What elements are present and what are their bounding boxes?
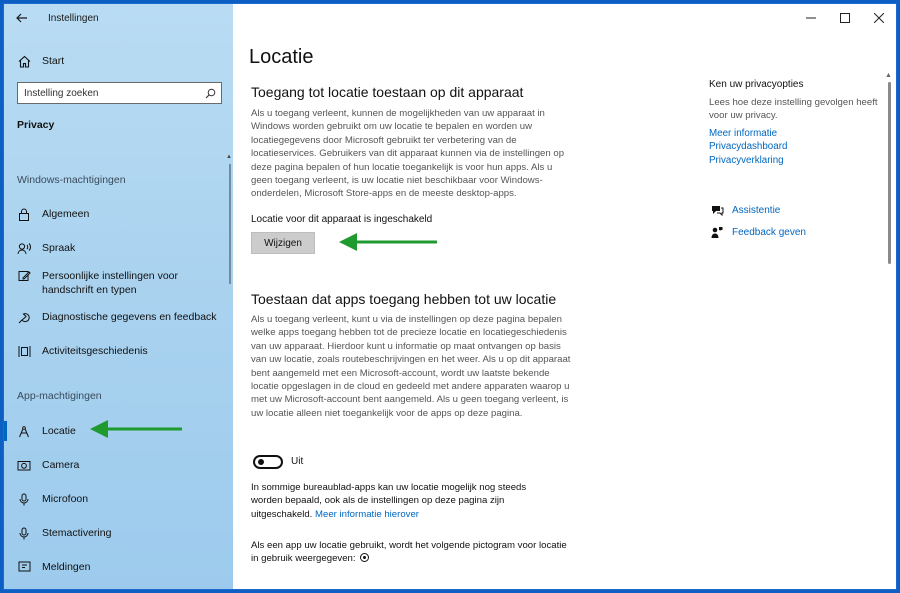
- app-title: Instellingen: [48, 12, 99, 24]
- sidebar-item-label: Stemactivering: [42, 527, 112, 539]
- search-icon: [205, 88, 216, 98]
- sidebar-item-label: Persoonlijke instellingen voor handschri…: [42, 270, 178, 296]
- assistance-link[interactable]: Assistentie: [709, 204, 780, 216]
- back-button[interactable]: [4, 4, 40, 32]
- sidebar-item-label: Camera: [42, 459, 80, 471]
- section-description-app-access: Als u toegang verleent, kunt u via de in…: [251, 314, 571, 419]
- sidebar-item-label: Activiteitsgeschiedenis: [42, 345, 148, 357]
- main-scrollbar[interactable]: [888, 82, 891, 264]
- section-description-device-access: Als u toegang verleent, kunnen de mogeli…: [251, 108, 565, 200]
- privacy-statement-link[interactable]: Privacyverklaring: [709, 154, 879, 168]
- search-input[interactable]: Instelling zoeken: [17, 82, 222, 104]
- speech-icon: [16, 240, 32, 256]
- assistance-label: Assistentie: [732, 204, 781, 216]
- voice-activation-icon: [16, 525, 32, 541]
- location-status-text: Locatie voor dit apparaat is ingeschakel…: [251, 214, 433, 225]
- settings-window: Instellingen Start Instelling zoeken Pri…: [4, 4, 896, 589]
- section-title-app-access: Toestaan dat apps toegang hebben tot uw …: [251, 291, 557, 307]
- sidebar-item-microfoon[interactable]: Microfoon: [4, 491, 233, 507]
- sidebar-item-camera[interactable]: Camera: [4, 457, 233, 473]
- more-information-link[interactable]: Meer informatie: [709, 127, 879, 141]
- sidebar-item-label: Spraak: [42, 242, 76, 254]
- minimize-button[interactable]: [794, 4, 828, 32]
- sidebar-item-algemeen[interactable]: Algemeen: [4, 206, 233, 222]
- sidebar-scroll-up-icon[interactable]: ▲: [226, 154, 232, 160]
- section-title-device-access: Toegang tot locatie toestaan op dit appa…: [251, 84, 524, 100]
- sidebar-item-label: Algemeen: [42, 208, 90, 220]
- window-controls: [794, 4, 896, 32]
- minimize-icon: [806, 17, 816, 19]
- feedback-link[interactable]: Feedback geven: [709, 226, 806, 239]
- location-icon: [16, 423, 32, 439]
- maximize-icon: [840, 13, 850, 23]
- privacy-options-panel: Ken uw privacyopties Lees hoe deze inste…: [709, 79, 879, 168]
- search-placeholder: Instelling zoeken: [24, 87, 99, 99]
- diagnostics-icon: [16, 309, 32, 325]
- toggle-state-label: Uit: [291, 456, 304, 467]
- category-title: Privacy: [17, 119, 55, 131]
- sidebar: Instellingen Start Instelling zoeken Pri…: [4, 4, 233, 589]
- assist-icon: [709, 204, 725, 216]
- desktop-apps-note: In sommige bureaublad-apps kan uw locati…: [251, 481, 551, 521]
- title-bar: Instellingen: [4, 4, 233, 32]
- change-button[interactable]: Wijzigen: [251, 232, 315, 254]
- sidebar-item-activiteit[interactable]: Activiteitsgeschiedenis: [4, 343, 233, 359]
- home-icon: [16, 53, 32, 69]
- sidebar-item-diagnostiek[interactable]: Diagnostische gegevens en feedback: [4, 309, 233, 325]
- close-icon: [874, 13, 884, 23]
- app-location-toggle[interactable]: [253, 455, 283, 469]
- sidebar-item-label: Meldingen: [42, 561, 91, 573]
- sidebar-item-label: Start: [42, 55, 65, 67]
- feedback-icon: [709, 226, 725, 239]
- notifications-icon: [16, 559, 32, 575]
- sidebar-scrollbar[interactable]: [229, 164, 231, 284]
- app-permissions-header: App-machtigingen: [17, 390, 102, 402]
- activity-icon: [16, 343, 32, 359]
- microphone-icon: [16, 491, 32, 507]
- sidebar-item-label: Locatie: [42, 425, 76, 437]
- more-info-link[interactable]: Meer informatie hierover: [315, 509, 419, 520]
- maximize-button[interactable]: [828, 4, 862, 32]
- handwriting-icon: [16, 268, 32, 284]
- green-arrow-annotation: [339, 233, 437, 251]
- lock-icon: [16, 206, 32, 222]
- sidebar-item-label: Diagnostische gegevens en feedback: [42, 311, 217, 323]
- sidebar-item-meldingen[interactable]: Meldingen: [4, 559, 233, 575]
- sidebar-item-stemactivering[interactable]: Stemactivering: [4, 525, 233, 541]
- scroll-up-icon[interactable]: ▲: [885, 72, 892, 79]
- sidebar-item-start[interactable]: Start: [4, 53, 233, 69]
- close-button[interactable]: [862, 4, 896, 32]
- sidebar-item-handschrift[interactable]: Persoonlijke instellingen voor handschri…: [4, 268, 233, 297]
- location-icon-note-text: Als een app uw locatie gebruikt, wordt h…: [251, 540, 567, 565]
- main-content: Locatie Toegang tot locatie toestaan op …: [233, 4, 896, 589]
- windows-permissions-header: Windows-machtigingen: [17, 174, 126, 186]
- green-arrow-annotation-sidebar: [90, 420, 182, 438]
- location-in-use-icon: [359, 553, 369, 563]
- privacy-options-text: Lees hoe deze instelling gevolgen heeft …: [709, 97, 878, 122]
- sidebar-item-label: Microfoon: [42, 493, 89, 505]
- page-title: Locatie: [249, 46, 314, 68]
- privacy-dashboard-link[interactable]: Privacydashboard: [709, 140, 879, 154]
- privacy-options-title: Ken uw privacyopties: [709, 79, 804, 90]
- back-arrow-icon: [16, 13, 27, 23]
- sidebar-item-spraak[interactable]: Spraak: [4, 240, 233, 256]
- location-icon-note: Als een app uw locatie gebruikt, wordt h…: [251, 539, 571, 566]
- feedback-label: Feedback geven: [732, 227, 806, 238]
- camera-icon: [16, 457, 32, 473]
